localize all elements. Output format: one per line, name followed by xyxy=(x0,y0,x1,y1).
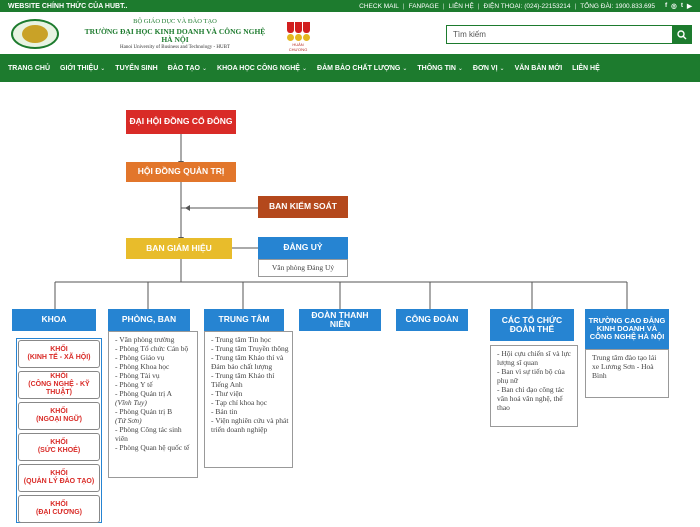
separator: | xyxy=(574,2,577,10)
nav-item-news[interactable]: THÔNG TIN ⌄ xyxy=(417,65,463,72)
supervisory-board-box: BAN KIỂM SOÁT xyxy=(258,196,348,218)
faculty-box: KHOA xyxy=(12,309,96,331)
nav-item-admissions[interactable]: TUYỂN SINH xyxy=(115,65,157,72)
trade-union-box: CÔNG ĐOÀN xyxy=(396,309,468,331)
list-item: (Vĩnh Tuy) xyxy=(115,398,147,407)
list-item: - Trung tâm Tin học xyxy=(211,335,272,344)
faculty-group-economics[interactable]: KHỐI (KINH TẾ - XÃ HỘI) xyxy=(18,340,100,368)
separator: | xyxy=(442,2,445,10)
list-item: (Tứ Sơn) xyxy=(115,416,142,425)
list-item: - Trung tâm Khảo thí và Đảm bảo chất lượ… xyxy=(211,353,284,371)
org-chart: ĐẠI HỘI ĐỒNG CỔ ĐÔNG HỘI ĐỒNG QUẢN TRỊ B… xyxy=(0,82,700,527)
organizations-box: CÁC TỔ CHỨC ĐOÀN THỂ xyxy=(490,309,574,341)
list-item: - Hội cựu chiến sĩ và lực lượng sĩ quan xyxy=(497,349,571,367)
chevron-down-icon: ⌄ xyxy=(301,65,308,72)
college-box: TRƯỜNG CAO ĐẲNG KINH DOANH VÀ CÔNG NGHỆ … xyxy=(585,309,669,349)
chevron-down-icon: ⌄ xyxy=(402,65,408,72)
youth-union-box: ĐOÀN THANH NIÊN xyxy=(299,309,381,331)
top-links: CHECK MAIL | FANPAGE | LIÊN HỆ | ĐIỆN TH… xyxy=(359,2,692,10)
nav-item-quality[interactable]: ĐẢM BẢO CHẤT LƯỢNG ⌄ xyxy=(317,65,407,72)
nav-item-documents[interactable]: VĂN BẢN MỚI xyxy=(515,65,563,72)
faculty-group-technology[interactable]: KHỐI (CÔNG NGHỆ - KỸ THUẬT) xyxy=(18,371,100,399)
university-english-name: Hanoi University of Business and Technol… xyxy=(120,44,230,50)
chevron-down-icon: ⌄ xyxy=(201,65,208,72)
nav-item-training[interactable]: ĐÀO TẠO ⌄ xyxy=(168,65,207,72)
search-button[interactable] xyxy=(672,26,691,43)
social-links: f ◎ t ▶ xyxy=(665,2,692,10)
list-item: - Phòng Quản trị B xyxy=(115,407,173,416)
nav-item-science[interactable]: KHOA HỌC CÔNG NGHỆ ⌄ xyxy=(217,65,307,72)
list-item: - Trung tâm Khảo thí Tiếng Anh xyxy=(211,371,275,389)
top-bar: WEBSITE CHÍNH THỨC CỦA HUBT.. CHECK MAIL… xyxy=(0,0,700,12)
list-item: - Phòng Giáo vụ xyxy=(115,353,165,362)
faculty-group-training-management[interactable]: KHỐI (QUẢN LÝ ĐÀO TẠO) xyxy=(18,464,100,492)
chevron-down-icon: ⌄ xyxy=(100,65,106,72)
school-logo[interactable] xyxy=(11,19,59,49)
party-committee-box: ĐẢNG UỶ xyxy=(258,237,348,259)
list-item: - Trung tâm Truyền thông xyxy=(211,344,289,353)
twitter-icon[interactable]: t xyxy=(681,2,683,10)
list-item: - Phòng Tổ chức Cán bộ xyxy=(115,344,189,353)
faculty-group-general[interactable]: KHỐI (ĐẠI CƯƠNG) xyxy=(18,495,100,523)
list-item: - Viện nghiên cứu và phát triển doanh ng… xyxy=(211,416,289,434)
centers-list: - Trung tâm Tin học - Trung tâm Truyền t… xyxy=(204,331,293,468)
list-item: - Phòng Tài vụ xyxy=(115,371,160,380)
nav-item-units[interactable]: ĐƠN VỊ ⌄ xyxy=(473,65,505,72)
list-item: - Phòng Quản trị A xyxy=(115,389,173,398)
university-name: TRƯỜNG ĐẠI HỌC KINH DOANH VÀ CÔNG NGHỆ H… xyxy=(84,26,266,44)
search-input[interactable] xyxy=(447,26,672,43)
list-item: - Phòng Y tế xyxy=(115,380,153,389)
list-item: - Ban vì sự tiến bộ của phụ nữ xyxy=(497,367,565,385)
list-item: - Ban chỉ đạo công tác văn hoá văn nghệ,… xyxy=(497,385,565,412)
hotline-link[interactable]: TỔNG ĐÀI: 1900.833.695 xyxy=(580,3,655,10)
list-item: - Thư viện xyxy=(211,389,243,398)
instagram-icon[interactable]: ◎ xyxy=(671,2,677,10)
main-nav: TRANG CHỦ GIỚI THIỆU ⌄ TUYỂN SINH ĐÀO TẠO… xyxy=(0,54,700,82)
list-item: Trung tâm đào tạo lái xe Lương Sơn - Hoà… xyxy=(592,353,657,380)
centers-box: TRUNG TÂM xyxy=(204,309,284,331)
youtube-icon[interactable]: ▶ xyxy=(687,2,692,10)
medal-caption: HUÂN CHƯƠNG xyxy=(288,42,308,52)
party-office-text: Văn phòng Đảng Uỷ xyxy=(271,263,335,272)
list-item: - Tạp chí khoa học xyxy=(211,398,268,407)
check-mail-link[interactable]: CHECK MAIL xyxy=(359,3,399,10)
org-chart-connectors xyxy=(54,134,628,309)
contact-link[interactable]: LIÊN HỆ xyxy=(449,3,474,10)
board-of-directors-box: HỘI ĐỒNG QUẢN TRỊ xyxy=(126,162,236,182)
school-name-block: BỘ GIÁO DỤC VÀ ĐÀO TẠO TRƯỜNG ĐẠI HỌC KI… xyxy=(80,18,270,50)
departments-box: PHÒNG, BAN xyxy=(108,309,190,331)
official-website-label: WEBSITE CHÍNH THỨC CỦA HUBT.. xyxy=(8,2,128,10)
departments-list: - Văn phòng trường - Phòng Tổ chức Cán b… xyxy=(108,331,198,478)
faculty-group-languages[interactable]: KHỐI (NGOẠI NGỮ) xyxy=(18,402,100,430)
party-office-list: Văn phòng Đảng Uỷ xyxy=(258,259,348,277)
search-icon xyxy=(676,29,686,39)
facebook-icon[interactable]: f xyxy=(665,2,667,10)
chevron-down-icon: ⌄ xyxy=(457,65,463,72)
nav-item-contact[interactable]: LIÊN HỆ xyxy=(572,65,600,72)
separator: | xyxy=(402,2,405,10)
phone-link[interactable]: ĐIỆN THOẠI: (024)-22153214 xyxy=(484,3,571,10)
college-list: Trung tâm đào tạo lái xe Lương Sơn - Hoà… xyxy=(585,349,669,398)
list-item: - Bản tin xyxy=(211,407,238,416)
list-item: - Văn phòng trường xyxy=(115,335,175,344)
list-item: - Phòng Khoa học xyxy=(115,362,170,371)
general-assembly-box: ĐẠI HỘI ĐỒNG CỔ ĐÔNG xyxy=(126,110,236,134)
medal-icon: HUÂN CHƯƠNG xyxy=(284,22,312,54)
nav-item-home[interactable]: TRANG CHỦ xyxy=(8,65,50,72)
separator: | xyxy=(477,2,480,10)
organizations-list: - Hội cựu chiến sĩ và lực lượng sĩ quan … xyxy=(490,345,578,427)
ministry-name: BỘ GIÁO DỤC VÀ ĐÀO TẠO xyxy=(133,18,217,25)
chevron-down-icon: ⌄ xyxy=(499,65,505,72)
faculty-group-health[interactable]: KHỐI (SỨC KHOẺ) xyxy=(18,433,100,461)
list-item: - Phòng Quan hệ quốc tế xyxy=(115,443,190,452)
fanpage-link[interactable]: FANPAGE xyxy=(409,3,439,10)
rectorate-box: BAN GIÁM HIỆU xyxy=(126,238,232,259)
site-header: BỘ GIÁO DỤC VÀ ĐÀO TẠO TRƯỜNG ĐẠI HỌC KI… xyxy=(0,12,700,54)
list-item: - Phòng Công tác sinh viên xyxy=(115,425,182,443)
search-bar xyxy=(446,25,692,44)
nav-item-about[interactable]: GIỚI THIỆU ⌄ xyxy=(60,65,105,72)
